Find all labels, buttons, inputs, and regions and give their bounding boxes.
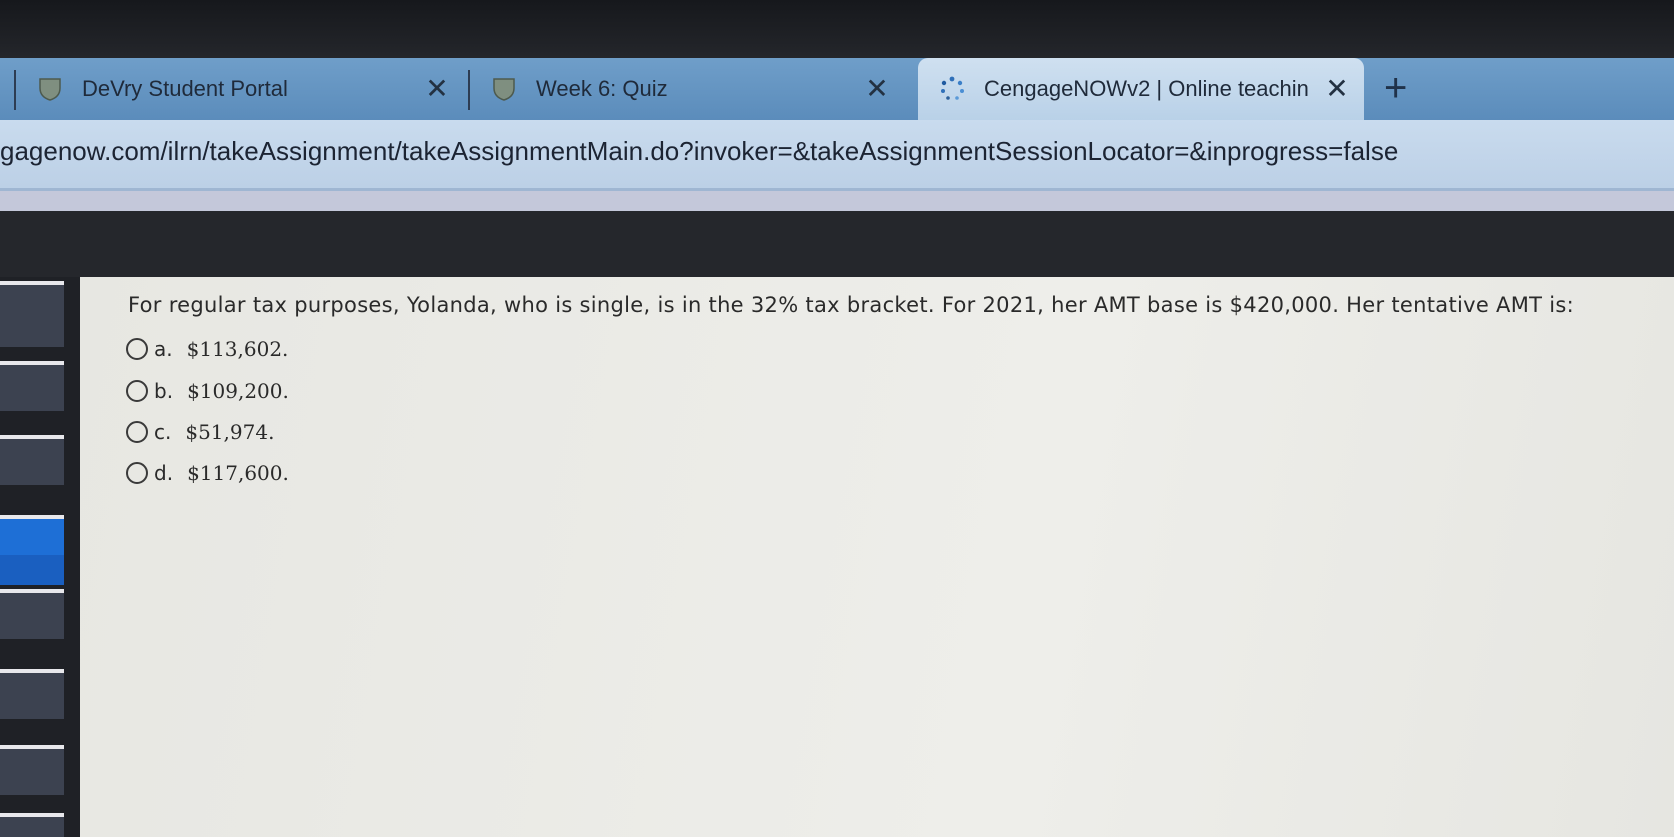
radio-button[interactable] [126,421,148,443]
close-icon[interactable]: ✕ [862,72,892,106]
tab-separator [14,70,16,110]
option-text: $109,200. [187,379,289,403]
page-header-band [0,211,1674,277]
question-panel: For regular tax purposes, Yolanda, who i… [80,277,1674,837]
option-letter: c. [154,420,172,444]
shield-icon [490,75,518,103]
answer-option-b[interactable]: b. $109,200. [126,379,289,403]
url-text[interactable]: gagenow.com/ilrn/takeAssignment/takeAssi… [0,136,1398,167]
answer-option-c[interactable]: c. $51,974. [126,420,274,444]
question-text: For regular tax purposes, Yolanda, who i… [128,293,1574,317]
radio-button[interactable] [126,338,148,360]
tab-title: Week 6: Quiz [536,76,668,101]
screen: DeVry Student Portal ✕ Week 6: Quiz ✕ Ce… [0,0,1674,837]
option-letter: a. [154,337,173,361]
tab-title: CengageNOWv2 | Online teachin [984,76,1309,101]
option-text: $113,602. [186,337,289,361]
tab-devry-portal[interactable]: DeVry Student Portal ✕ [36,58,456,120]
new-tab-button[interactable]: + [1384,66,1407,110]
sidebar-question-item[interactable] [0,435,64,485]
tab-cengage[interactable]: CengageNOWv2 | Online teachin ✕ [918,58,1364,120]
option-text: $51,974. [185,420,275,444]
tab-strip: DeVry Student Portal ✕ Week 6: Quiz ✕ Ce… [0,58,1674,120]
tab-week6-quiz[interactable]: Week 6: Quiz ✕ [490,58,902,120]
answer-option-d[interactable]: d. $117,600. [126,461,289,485]
sidebar-question-item[interactable] [0,745,64,795]
answer-option-a[interactable]: a. $113,602. [126,337,288,361]
sidebar-question-item[interactable] [0,361,64,411]
close-icon[interactable]: ✕ [422,72,452,106]
bookmarks-strip [0,191,1674,211]
tab-title: DeVry Student Portal [82,76,288,101]
sidebar-question-item[interactable] [0,589,64,639]
address-bar[interactable]: gagenow.com/ilrn/takeAssignment/takeAssi… [0,120,1674,191]
assignment-sidebar [0,277,80,837]
option-text: $117,600. [187,461,289,485]
monitor-bezel [0,0,1674,58]
shield-icon [36,75,64,103]
radio-button[interactable] [126,462,148,484]
sidebar-question-item[interactable] [0,669,64,719]
sidebar-question-item[interactable] [0,813,64,837]
option-letter: b. [154,379,174,403]
option-letter: d. [154,461,174,485]
radio-button[interactable] [126,380,148,402]
sidebar-question-item-current[interactable] [0,515,64,555]
loading-spinner-icon [938,75,966,103]
tab-separator [468,70,470,110]
sidebar-question-item-current[interactable] [0,555,64,585]
close-icon[interactable]: ✕ [1322,72,1352,106]
sidebar-question-item[interactable] [0,281,64,347]
